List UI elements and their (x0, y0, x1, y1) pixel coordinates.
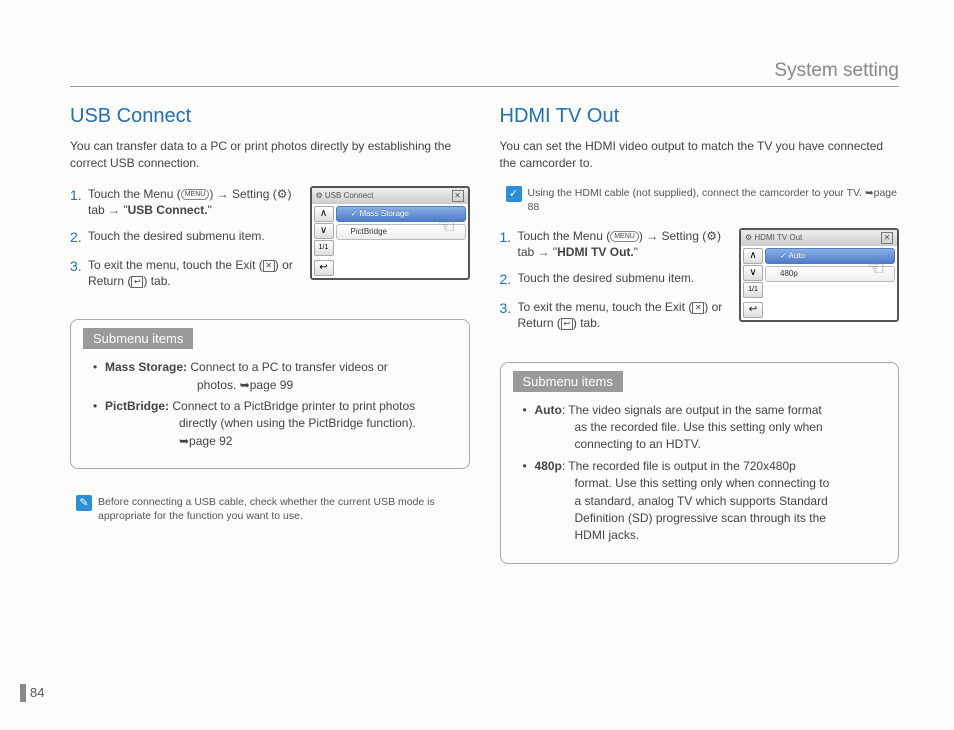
menu-icon: MENU (181, 189, 210, 200)
hdmi-screenshot: ⚙ HDMI TV Out ✕ ∧ ∨ 1/1 ✓ Auto 480p (739, 228, 899, 342)
submenu-mass-storage: Mass Storage: Connect to a PC to transfe… (93, 359, 453, 394)
usb-screenshot: ⚙ USB Connect ✕ ∧ ∨ 1/1 ✓ Mass Storage (310, 186, 470, 300)
close-icon: ✕ (263, 260, 275, 272)
submenu-header: Submenu items (513, 371, 623, 392)
return-button: ↩ (314, 260, 334, 276)
nav-up-button: ∧ (314, 206, 334, 222)
hdmi-intro: You can set the HDMI video output to mat… (500, 138, 900, 172)
submenu-pictbridge: PictBridge: Connect to a PictBridge prin… (93, 398, 453, 450)
step-1: 1. Touch the Menu (MENU) → Setting (⚙) t… (70, 186, 300, 218)
step-1: 1. Touch the Menu (MENU) → Setting (⚙) t… (500, 228, 730, 260)
usb-note: ✎ Before connecting a USB cable, check w… (76, 495, 470, 523)
submenu-auto: Auto: The video signals are output in th… (523, 402, 883, 454)
submenu-480p: 480p: The recorded file is output in the… (523, 458, 883, 545)
return-icon: ↩ (131, 276, 143, 288)
step-2: 2. Touch the desired submenu item. (70, 228, 300, 247)
step-3: 3. To exit the menu, touch the Exit (✕) … (70, 257, 300, 289)
section-title-hdmi: HDMI TV Out (500, 105, 900, 128)
finger-pointer-icon: ☜ (438, 214, 456, 239)
screen-close-icon: ✕ (452, 190, 464, 202)
check-icon: ✓ (506, 186, 522, 202)
note-icon: ✎ (76, 495, 92, 511)
finger-pointer-icon: ☜ (867, 256, 885, 281)
gear-icon: ⚙ (706, 229, 717, 243)
hdmi-section: HDMI TV Out You can set the HDMI video o… (500, 105, 900, 564)
nav-page-indicator: 1/1 (314, 240, 334, 256)
gear-icon: ⚙ (277, 187, 288, 201)
usb-intro: You can transfer data to a PC or print p… (70, 138, 470, 172)
nav-down-button: ∨ (743, 265, 763, 281)
page-accent-bar (20, 684, 26, 702)
hdmi-banner: ✓ Using the HDMI cable (not supplied), c… (506, 186, 900, 214)
page-number: 84 (30, 685, 44, 700)
screen-close-icon: ✕ (881, 232, 893, 244)
return-icon: ↩ (561, 318, 573, 330)
nav-down-button: ∨ (314, 223, 334, 239)
menu-icon: MENU (610, 231, 639, 242)
close-icon: ✕ (692, 302, 704, 314)
step-3: 3. To exit the menu, touch the Exit (✕) … (500, 299, 730, 331)
submenu-header: Submenu items (83, 328, 193, 349)
hdmi-submenu-box: Submenu items Auto: The video signals ar… (500, 362, 900, 564)
step-2: 2. Touch the desired submenu item. (500, 270, 730, 289)
page-header: System setting (70, 60, 899, 87)
usb-submenu-box: Submenu items Mass Storage: Connect to a… (70, 319, 470, 469)
section-title-usb: USB Connect (70, 105, 470, 128)
usb-connect-section: USB Connect You can transfer data to a P… (70, 105, 470, 564)
return-button: ↩ (743, 302, 763, 318)
nav-up-button: ∧ (743, 248, 763, 264)
nav-page-indicator: 1/1 (743, 282, 763, 298)
